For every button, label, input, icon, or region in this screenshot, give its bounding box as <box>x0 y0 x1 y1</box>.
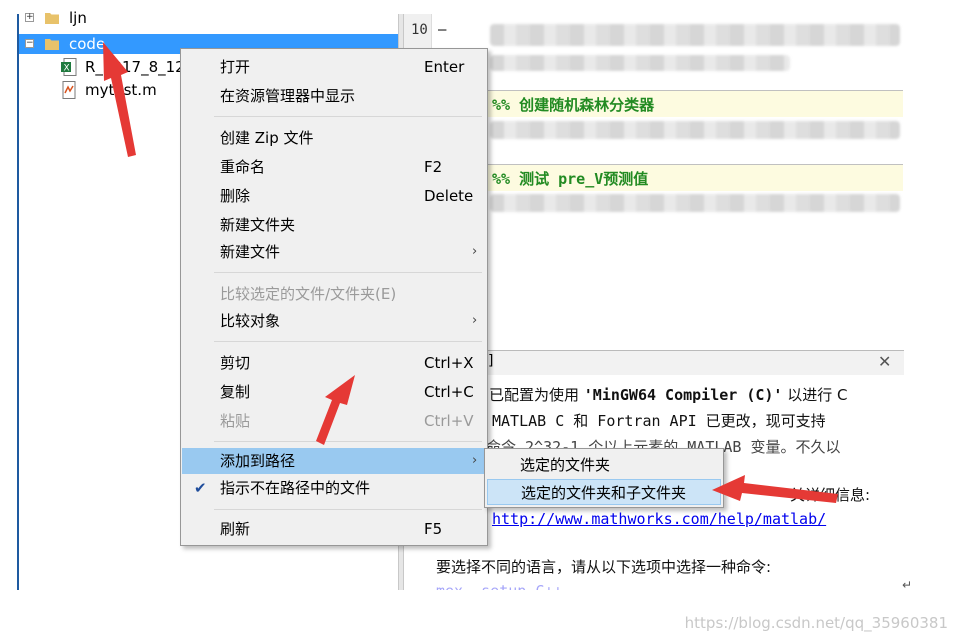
annotation-arrow-icon <box>712 475 838 503</box>
annotation-arrows <box>103 42 838 503</box>
watermark: https://blog.csdn.net/qq_35960381 <box>684 614 948 632</box>
annotation-arrow-icon <box>103 42 136 157</box>
annotation-arrow-icon <box>316 375 355 445</box>
